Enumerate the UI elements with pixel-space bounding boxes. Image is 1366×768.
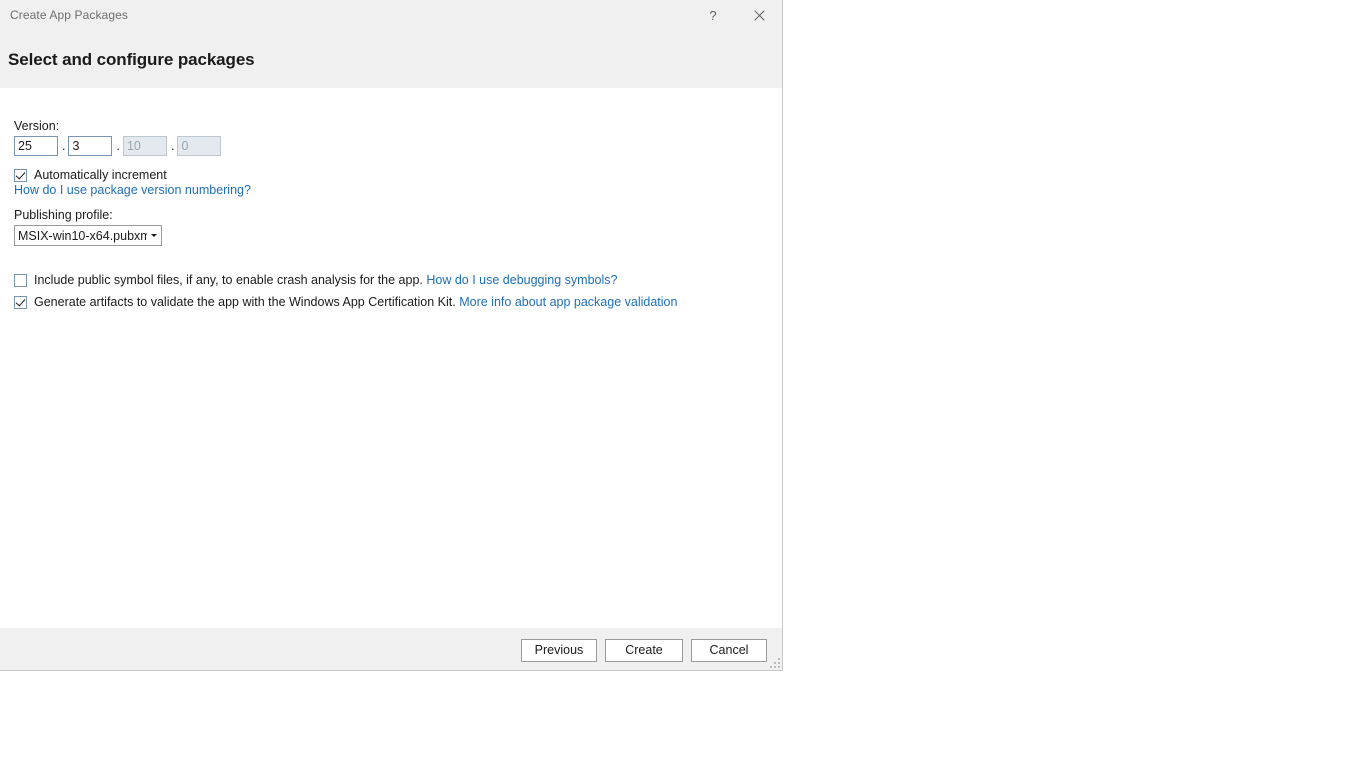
version-build-input xyxy=(122,136,167,156)
publishing-profile-select[interactable]: MSIX-win10-x64.pubxml xyxy=(14,225,162,246)
chevron-down-icon xyxy=(147,234,161,237)
dialog-body: Version: . . . Automatically increment H… xyxy=(0,88,782,628)
version-revision-input xyxy=(177,136,222,156)
auto-increment-checkbox[interactable] xyxy=(14,169,27,182)
title-bar: Create App Packages ? xyxy=(0,0,782,31)
include-symbols-text: Include public symbol files, if any, to … xyxy=(34,273,617,287)
generate-wack-artifacts-checkbox[interactable] xyxy=(14,296,27,309)
auto-increment-checkbox-row[interactable]: Automatically increment xyxy=(14,168,167,182)
generate-wack-artifacts-label: Generate artifacts to validate the app w… xyxy=(34,295,456,309)
close-icon[interactable] xyxy=(736,0,782,31)
version-separator-3: . xyxy=(170,139,175,153)
version-separator-1: . xyxy=(62,139,66,153)
version-major-input[interactable] xyxy=(14,136,58,156)
publishing-profile-label: Publishing profile: xyxy=(14,208,113,222)
resize-grip[interactable] xyxy=(770,658,780,668)
version-separator-2: . xyxy=(116,139,120,153)
include-symbols-checkbox[interactable] xyxy=(14,274,27,287)
version-field-group: . . . xyxy=(14,136,222,156)
version-numbering-help-link[interactable]: How do I use package version numbering? xyxy=(14,183,251,197)
version-minor-input[interactable] xyxy=(68,136,113,156)
version-label: Version: xyxy=(14,119,60,133)
create-button[interactable]: Create xyxy=(605,639,683,662)
auto-increment-label: Automatically increment xyxy=(34,168,167,182)
cancel-button[interactable]: Cancel xyxy=(691,639,767,662)
dialog-footer: Previous Create Cancel xyxy=(0,628,782,670)
dialog-header: Select and configure packages xyxy=(0,31,782,88)
previous-button[interactable]: Previous xyxy=(521,639,597,662)
include-symbols-label: Include public symbol files, if any, to … xyxy=(34,273,423,287)
page-title: Select and configure packages xyxy=(8,50,255,69)
generate-wack-artifacts-text: Generate artifacts to validate the app w… xyxy=(34,295,677,309)
app-package-validation-info-link[interactable]: More info about app package validation xyxy=(459,295,677,309)
help-icon[interactable]: ? xyxy=(690,0,736,31)
include-symbols-checkbox-row[interactable]: Include public symbol files, if any, to … xyxy=(14,273,617,287)
create-app-packages-dialog: Create App Packages ? Select and configu… xyxy=(0,0,783,671)
generate-wack-artifacts-checkbox-row[interactable]: Generate artifacts to validate the app w… xyxy=(14,295,677,309)
debugging-symbols-help-link[interactable]: How do I use debugging symbols? xyxy=(426,273,617,287)
window-title: Create App Packages xyxy=(10,8,128,22)
publishing-profile-selected-value: MSIX-win10-x64.pubxml xyxy=(18,228,147,243)
